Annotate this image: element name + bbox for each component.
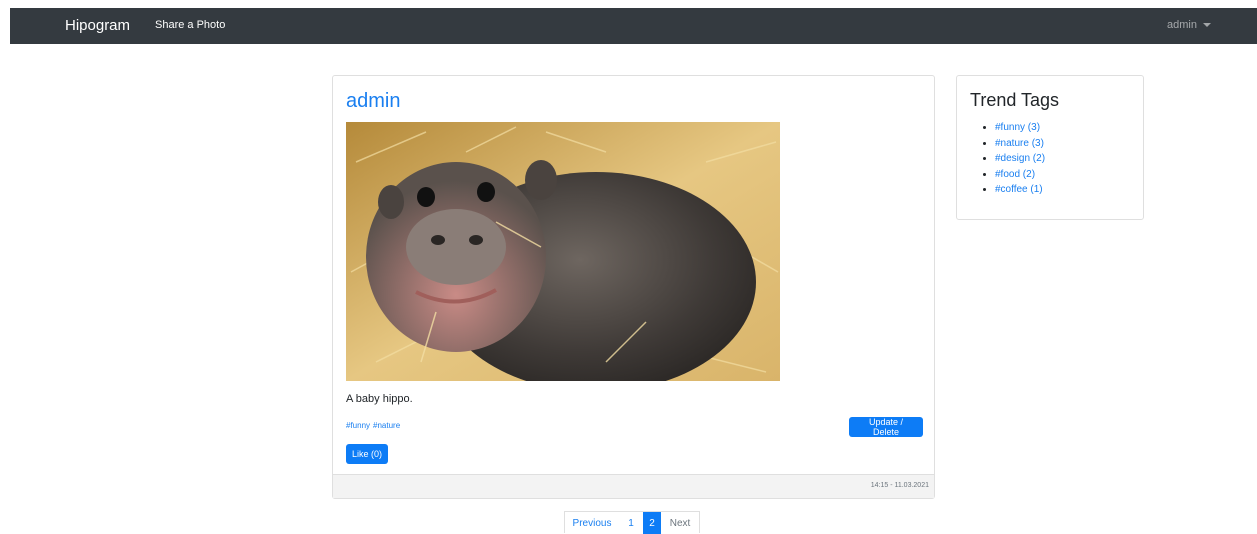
tag-link-funny[interactable]: #funny: [346, 421, 370, 430]
pagination-previous[interactable]: Previous: [565, 512, 619, 534]
list-item: #coffee (1): [995, 182, 1045, 198]
trend-tag-link[interactable]: #nature (3): [995, 138, 1044, 149]
user-dropdown[interactable]: admin: [1167, 19, 1211, 31]
pagination: Previous 1 2 Next: [564, 511, 700, 534]
update-delete-button[interactable]: Update / Delete: [849, 417, 923, 437]
trend-tag-link[interactable]: #funny (3): [995, 122, 1040, 133]
list-item: #design (2): [995, 151, 1045, 167]
post-card: admin A baby hippo. #funny #nature Updat…: [332, 75, 935, 499]
list-item: #funny (3): [995, 120, 1045, 136]
post-author-link[interactable]: admin: [346, 90, 400, 113]
pagination-page-2-current[interactable]: 2: [643, 512, 661, 534]
list-item: #nature (3): [995, 136, 1045, 152]
share-photo-link[interactable]: Share a Photo: [155, 19, 225, 31]
trend-tags-title: Trend Tags: [970, 90, 1060, 110]
brand-link[interactable]: Hipogram: [65, 17, 130, 34]
trend-tag-link[interactable]: #food (2): [995, 169, 1035, 180]
trend-tag-link[interactable]: #coffee (1): [995, 184, 1043, 195]
pagination-page-1[interactable]: 1: [619, 512, 643, 534]
tag-link-nature[interactable]: #nature: [373, 421, 400, 430]
caret-down-icon: [1203, 23, 1211, 27]
post-footer: 14:15 - 11.03.2021: [333, 474, 934, 498]
trend-tags-card: Trend Tags #funny (3) #nature (3) #desig…: [956, 75, 1144, 220]
trend-tags-list: #funny (3) #nature (3) #design (2) #food…: [985, 120, 1045, 198]
top-navbar: Hipogram Share a Photo admin: [10, 8, 1257, 44]
list-item: #food (2): [995, 167, 1045, 183]
post-caption: A baby hippo.: [346, 393, 413, 405]
pagination-next[interactable]: Next: [661, 512, 699, 534]
post-photo: [346, 122, 780, 381]
post-tags: #funny #nature: [346, 421, 403, 430]
user-name: admin: [1167, 19, 1197, 31]
like-button[interactable]: Like (0): [346, 444, 388, 464]
post-timestamp: 14:15 - 11.03.2021: [870, 482, 929, 489]
trend-tag-link[interactable]: #design (2): [995, 153, 1045, 164]
